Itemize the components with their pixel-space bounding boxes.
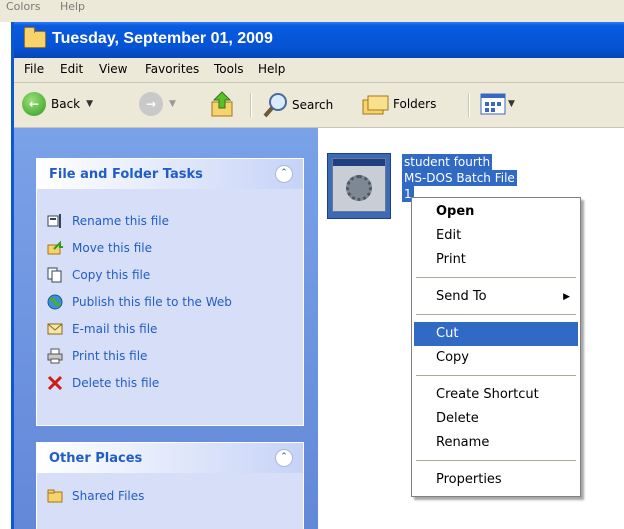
menu-item-copy[interactable]: Copy: [414, 346, 578, 370]
task-label: Copy this file: [72, 268, 151, 282]
collapse-icon[interactable]: ⌃: [275, 165, 293, 183]
background-menu: Colors Help: [6, 0, 101, 13]
icon-titlebar: [333, 159, 385, 166]
search-button[interactable]: Search: [263, 92, 333, 118]
task-pane: File and Folder Tasks ⌃ Rename this file…: [14, 128, 318, 529]
file-type: MS-DOS Batch File: [402, 170, 517, 186]
window-title: Tuesday, September 01, 2009: [52, 30, 273, 47]
file-folder-tasks-header[interactable]: File and Folder Tasks ⌃: [37, 159, 303, 189]
globe-icon: [47, 294, 63, 310]
folders-button[interactable]: Folders: [361, 92, 436, 116]
menu-bar: File Edit View Favorites Tools Help: [14, 58, 624, 83]
menu-file[interactable]: File: [24, 62, 44, 76]
toolbar: ← Back ▼ → ▼ Search Folders ▼: [14, 83, 624, 128]
toolbar-separator: [468, 93, 470, 117]
file-name[interactable]: student fourth: [402, 154, 493, 170]
toolbar-separator: [250, 93, 252, 117]
email-icon: [47, 323, 63, 335]
menu-separator: [416, 460, 576, 461]
background-menu-colors[interactable]: Colors: [6, 0, 40, 13]
up-folder-button[interactable]: [210, 90, 236, 118]
menu-item-delete[interactable]: Delete: [414, 407, 578, 431]
menu-item-cut[interactable]: Cut: [414, 322, 578, 346]
task-label: Publish this file to the Web: [72, 295, 232, 309]
views-button[interactable]: ▼: [480, 93, 515, 115]
menu-edit[interactable]: Edit: [60, 62, 83, 76]
title-bar[interactable]: Tuesday, September 01, 2009: [14, 22, 624, 58]
back-arrow-icon: ←: [22, 92, 46, 116]
folder-icon: [47, 489, 63, 503]
task-label: Move this file: [72, 241, 152, 255]
menu-item-create-shortcut[interactable]: Create Shortcut: [414, 383, 578, 407]
menu-item-send-to[interactable]: Send To ▶: [414, 285, 578, 309]
submenu-arrow-icon: ▶: [563, 292, 570, 302]
menu-item-label: Send To: [436, 289, 487, 304]
folders-label: Folders: [393, 97, 437, 111]
context-menu: Open Edit Print Send To ▶ Cut Copy Creat…: [411, 197, 581, 497]
up-folder-icon: [211, 91, 233, 117]
views-icon: [480, 93, 506, 115]
menu-item-print[interactable]: Print: [414, 248, 578, 272]
folder-icon: [24, 27, 46, 48]
printer-icon: [47, 348, 63, 364]
window-gear-icon: [332, 158, 386, 212]
other-places-header[interactable]: Other Places ⌃: [37, 443, 303, 473]
background-window-strip: Colors Help: [0, 0, 624, 22]
menu-item-properties[interactable]: Properties: [414, 468, 578, 492]
batch-file-icon[interactable]: [327, 153, 391, 219]
rename-icon: [47, 214, 61, 228]
menu-help[interactable]: Help: [258, 62, 285, 76]
task-publish-web[interactable]: Publish this file to the Web: [47, 294, 232, 310]
task-rename-file[interactable]: Rename this file: [47, 213, 169, 229]
task-label: Rename this file: [72, 214, 170, 228]
move-icon: [47, 240, 63, 255]
task-label: Print this file: [72, 349, 148, 363]
panel-title: Other Places: [49, 451, 143, 466]
task-label: Delete this file: [72, 376, 160, 390]
task-label: Shared Files: [72, 489, 145, 503]
other-places-panel: Other Places ⌃ Shared Files: [36, 442, 304, 529]
file-folder-tasks-panel: File and Folder Tasks ⌃ Rename this file…: [36, 158, 304, 426]
task-move-file[interactable]: Move this file: [47, 240, 152, 256]
forward-arrow-icon: →: [139, 92, 163, 116]
panel-title: File and Folder Tasks: [49, 167, 203, 182]
menu-separator: [416, 277, 576, 278]
place-shared-files[interactable]: Shared Files: [47, 488, 144, 504]
menu-item-open[interactable]: Open: [414, 200, 578, 224]
folders-icon: [362, 95, 389, 115]
back-button[interactable]: ← Back ▼: [22, 92, 93, 116]
views-dropdown-icon[interactable]: ▼: [508, 99, 515, 109]
menu-tools[interactable]: Tools: [214, 62, 244, 76]
search-label: Search: [292, 98, 334, 112]
task-print-file[interactable]: Print this file: [47, 348, 147, 364]
search-icon: [263, 93, 287, 118]
menu-item-rename[interactable]: Rename: [414, 431, 578, 455]
menu-item-edit[interactable]: Edit: [414, 224, 578, 248]
back-label: Back: [51, 97, 81, 111]
gear-icon: [346, 175, 372, 201]
delete-x-icon: [47, 375, 63, 391]
menu-view[interactable]: View: [99, 62, 127, 76]
menu-separator: [416, 314, 576, 315]
task-copy-file[interactable]: Copy this file: [47, 267, 150, 283]
menu-favorites[interactable]: Favorites: [145, 62, 199, 76]
task-delete-file[interactable]: Delete this file: [47, 375, 159, 391]
forward-button[interactable]: → ▼: [139, 92, 176, 116]
task-email-file[interactable]: E-mail this file: [47, 321, 157, 337]
forward-dropdown-icon[interactable]: ▼: [169, 99, 176, 109]
background-menu-help[interactable]: Help: [60, 0, 85, 13]
collapse-icon[interactable]: ⌃: [275, 449, 293, 467]
copy-icon: [47, 267, 62, 283]
back-dropdown-icon[interactable]: ▼: [86, 99, 93, 109]
task-label: E-mail this file: [72, 322, 158, 336]
menu-separator: [416, 375, 576, 376]
